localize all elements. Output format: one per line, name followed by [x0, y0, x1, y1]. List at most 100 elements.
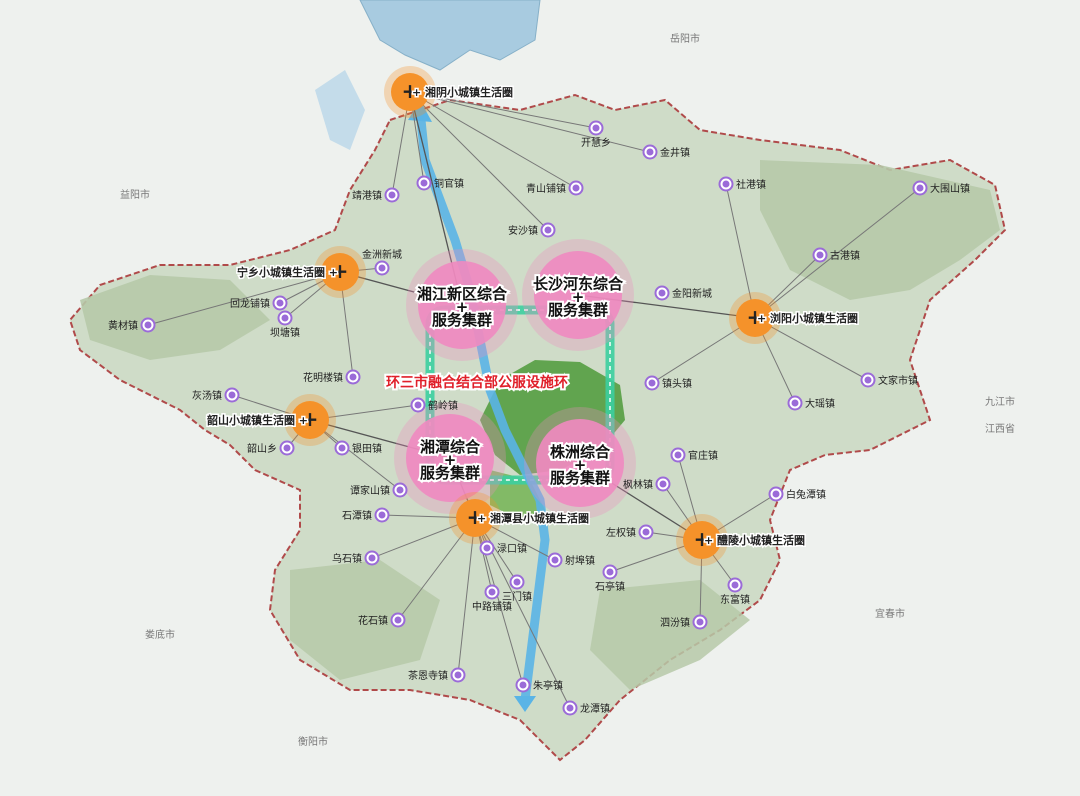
town-marker-dot: [646, 148, 654, 156]
label-jiangxi: 江西省: [985, 422, 1015, 435]
town-21: 鹤岭镇: [410, 397, 458, 413]
hub-label: 宁乡小城镇生活圈 +: [237, 265, 338, 279]
ring-label: 环三市融合结合部公服设施环: [386, 374, 568, 391]
town-label: 朱亭镇: [533, 679, 563, 692]
town-marker-dot: [276, 299, 284, 307]
town-3: 大围山镇: [912, 180, 970, 196]
town-label: 文家市镇: [878, 374, 918, 387]
town-label: 官庄镇: [688, 449, 718, 462]
town-label: 银田镇: [352, 442, 382, 455]
town-marker-dot: [396, 486, 404, 494]
town-20: 银田镇: [334, 440, 382, 456]
town-39: 射埠镇: [547, 552, 595, 568]
town-marker-dot: [642, 528, 650, 536]
town-18: 灰汤镇: [192, 387, 240, 403]
cluster-label-line2: 服务集群: [548, 301, 608, 319]
town-marker-dot: [659, 480, 667, 488]
hub-label: + 湘阴小城镇生活圈: [412, 85, 513, 99]
town-label: 坝塘镇: [270, 326, 300, 339]
town-marker-dot: [648, 379, 656, 387]
town-label: 花明楼镇: [303, 371, 343, 384]
town-marker-dot: [414, 401, 422, 409]
town-label: 安沙镇: [508, 224, 538, 237]
town-label: 大瑶镇: [805, 397, 835, 410]
label-jiujiang: 九江市: [985, 395, 1015, 408]
town-4: 古港镇: [812, 247, 860, 263]
town-marker-dot: [454, 671, 462, 679]
town-label: 白兔潭镇: [786, 488, 826, 501]
town-marker-dot: [696, 618, 704, 626]
town-label: 泗汾镇: [660, 616, 690, 629]
town-label: 渌口镇: [497, 542, 527, 555]
town-14: 回龙铺镇: [230, 295, 288, 311]
town-label: 青山铺镇: [526, 182, 566, 195]
town-label: 镇头镇: [662, 377, 692, 390]
lake-inlet: [315, 70, 365, 150]
town-marker-dot: [368, 554, 376, 562]
cluster-zhuzhou: 株洲综合+服务集群: [524, 407, 636, 519]
hub-label: + 醴陵小城镇生活圈: [704, 533, 805, 547]
town-label: 三门镇: [502, 590, 532, 603]
town-24: 乌石镇: [332, 550, 380, 566]
town-30: 龙潭镇: [562, 700, 610, 716]
town-marker-dot: [731, 581, 739, 589]
town-5: 文家市镇: [860, 372, 918, 388]
map-svg: 岳阳市 益阳市 娄底市 衡阳市 宜春市 九江市 江西省 湘江新区综合+服务集群长…: [68, 0, 1015, 762]
town-6: 大瑶镇: [787, 395, 835, 411]
map-canvas: 岳阳市 益阳市 娄底市 衡阳市 宜春市 九江市 江西省 湘江新区综合 + 服务集群长…: [0, 0, 1080, 796]
town-22: 谭家山镇: [350, 482, 408, 498]
town-label: 鹤岭镇: [428, 399, 458, 412]
cluster-xiangjiang: 湘江新区综合+服务集群: [406, 249, 518, 361]
cluster-label-line2: 服务集群: [550, 469, 610, 487]
town-marker-dot: [388, 191, 396, 199]
town-29: 朱亭镇: [515, 677, 563, 693]
town-marker-dot: [349, 373, 357, 381]
town-7: 镇头镇: [644, 375, 692, 391]
town-33: 左权镇: [606, 524, 654, 540]
town-label: 射埠镇: [565, 554, 595, 567]
town-label: 黄材镇: [108, 319, 138, 332]
town-marker-dot: [281, 314, 289, 322]
town-label: 乌石镇: [332, 552, 362, 565]
town-marker-dot: [394, 616, 402, 624]
town-marker-dot: [674, 451, 682, 459]
town-37: 官庄镇: [670, 447, 718, 463]
town-label: 左权镇: [606, 526, 636, 539]
town-label: 龙潭镇: [580, 702, 610, 715]
town-2: 社港镇: [718, 176, 766, 192]
town-marker-dot: [916, 184, 924, 192]
town-label: 石潭镇: [342, 509, 372, 522]
town-label: 金洲新城: [362, 248, 402, 261]
town-25: 花石镇: [358, 612, 406, 628]
town-marker-dot: [606, 568, 614, 576]
label-yiyang: 益阳市: [120, 188, 150, 201]
town-38: 枫林镇: [623, 476, 671, 492]
town-marker-dot: [592, 124, 600, 132]
town-marker-dot: [483, 544, 491, 552]
town-marker-dot: [864, 376, 872, 384]
town-label: 金井镇: [660, 146, 690, 159]
town-19: 韶山乡: [247, 440, 295, 456]
town-marker-dot: [572, 184, 580, 192]
town-marker-dot: [658, 289, 666, 297]
town-marker-dot: [420, 179, 428, 187]
town-label: 古港镇: [830, 249, 860, 262]
town-8: 金阳新城: [654, 285, 712, 301]
town-34: 泗汾镇: [660, 614, 708, 630]
cluster-changsha: 长沙河东综合+服务集群: [522, 239, 634, 351]
town-1: 金井镇: [642, 144, 690, 160]
town-26: 茶恩寺镇: [408, 667, 466, 683]
town-label: 枫林镇: [623, 478, 653, 491]
town-marker-dot: [772, 490, 780, 498]
town-label: 金阳新城: [672, 287, 712, 300]
town-label: 大围山镇: [930, 182, 970, 195]
cluster-label-line2: 服务集群: [432, 311, 492, 329]
town-marker-dot: [228, 391, 236, 399]
town-marker-dot: [338, 444, 346, 452]
town-label: 回龙铺镇: [230, 297, 270, 310]
town-marker-dot: [519, 681, 527, 689]
town-marker-dot: [378, 511, 386, 519]
label-yichun: 宜春市: [875, 607, 905, 620]
town-marker-dot: [791, 399, 799, 407]
town-marker-dot: [378, 264, 386, 272]
